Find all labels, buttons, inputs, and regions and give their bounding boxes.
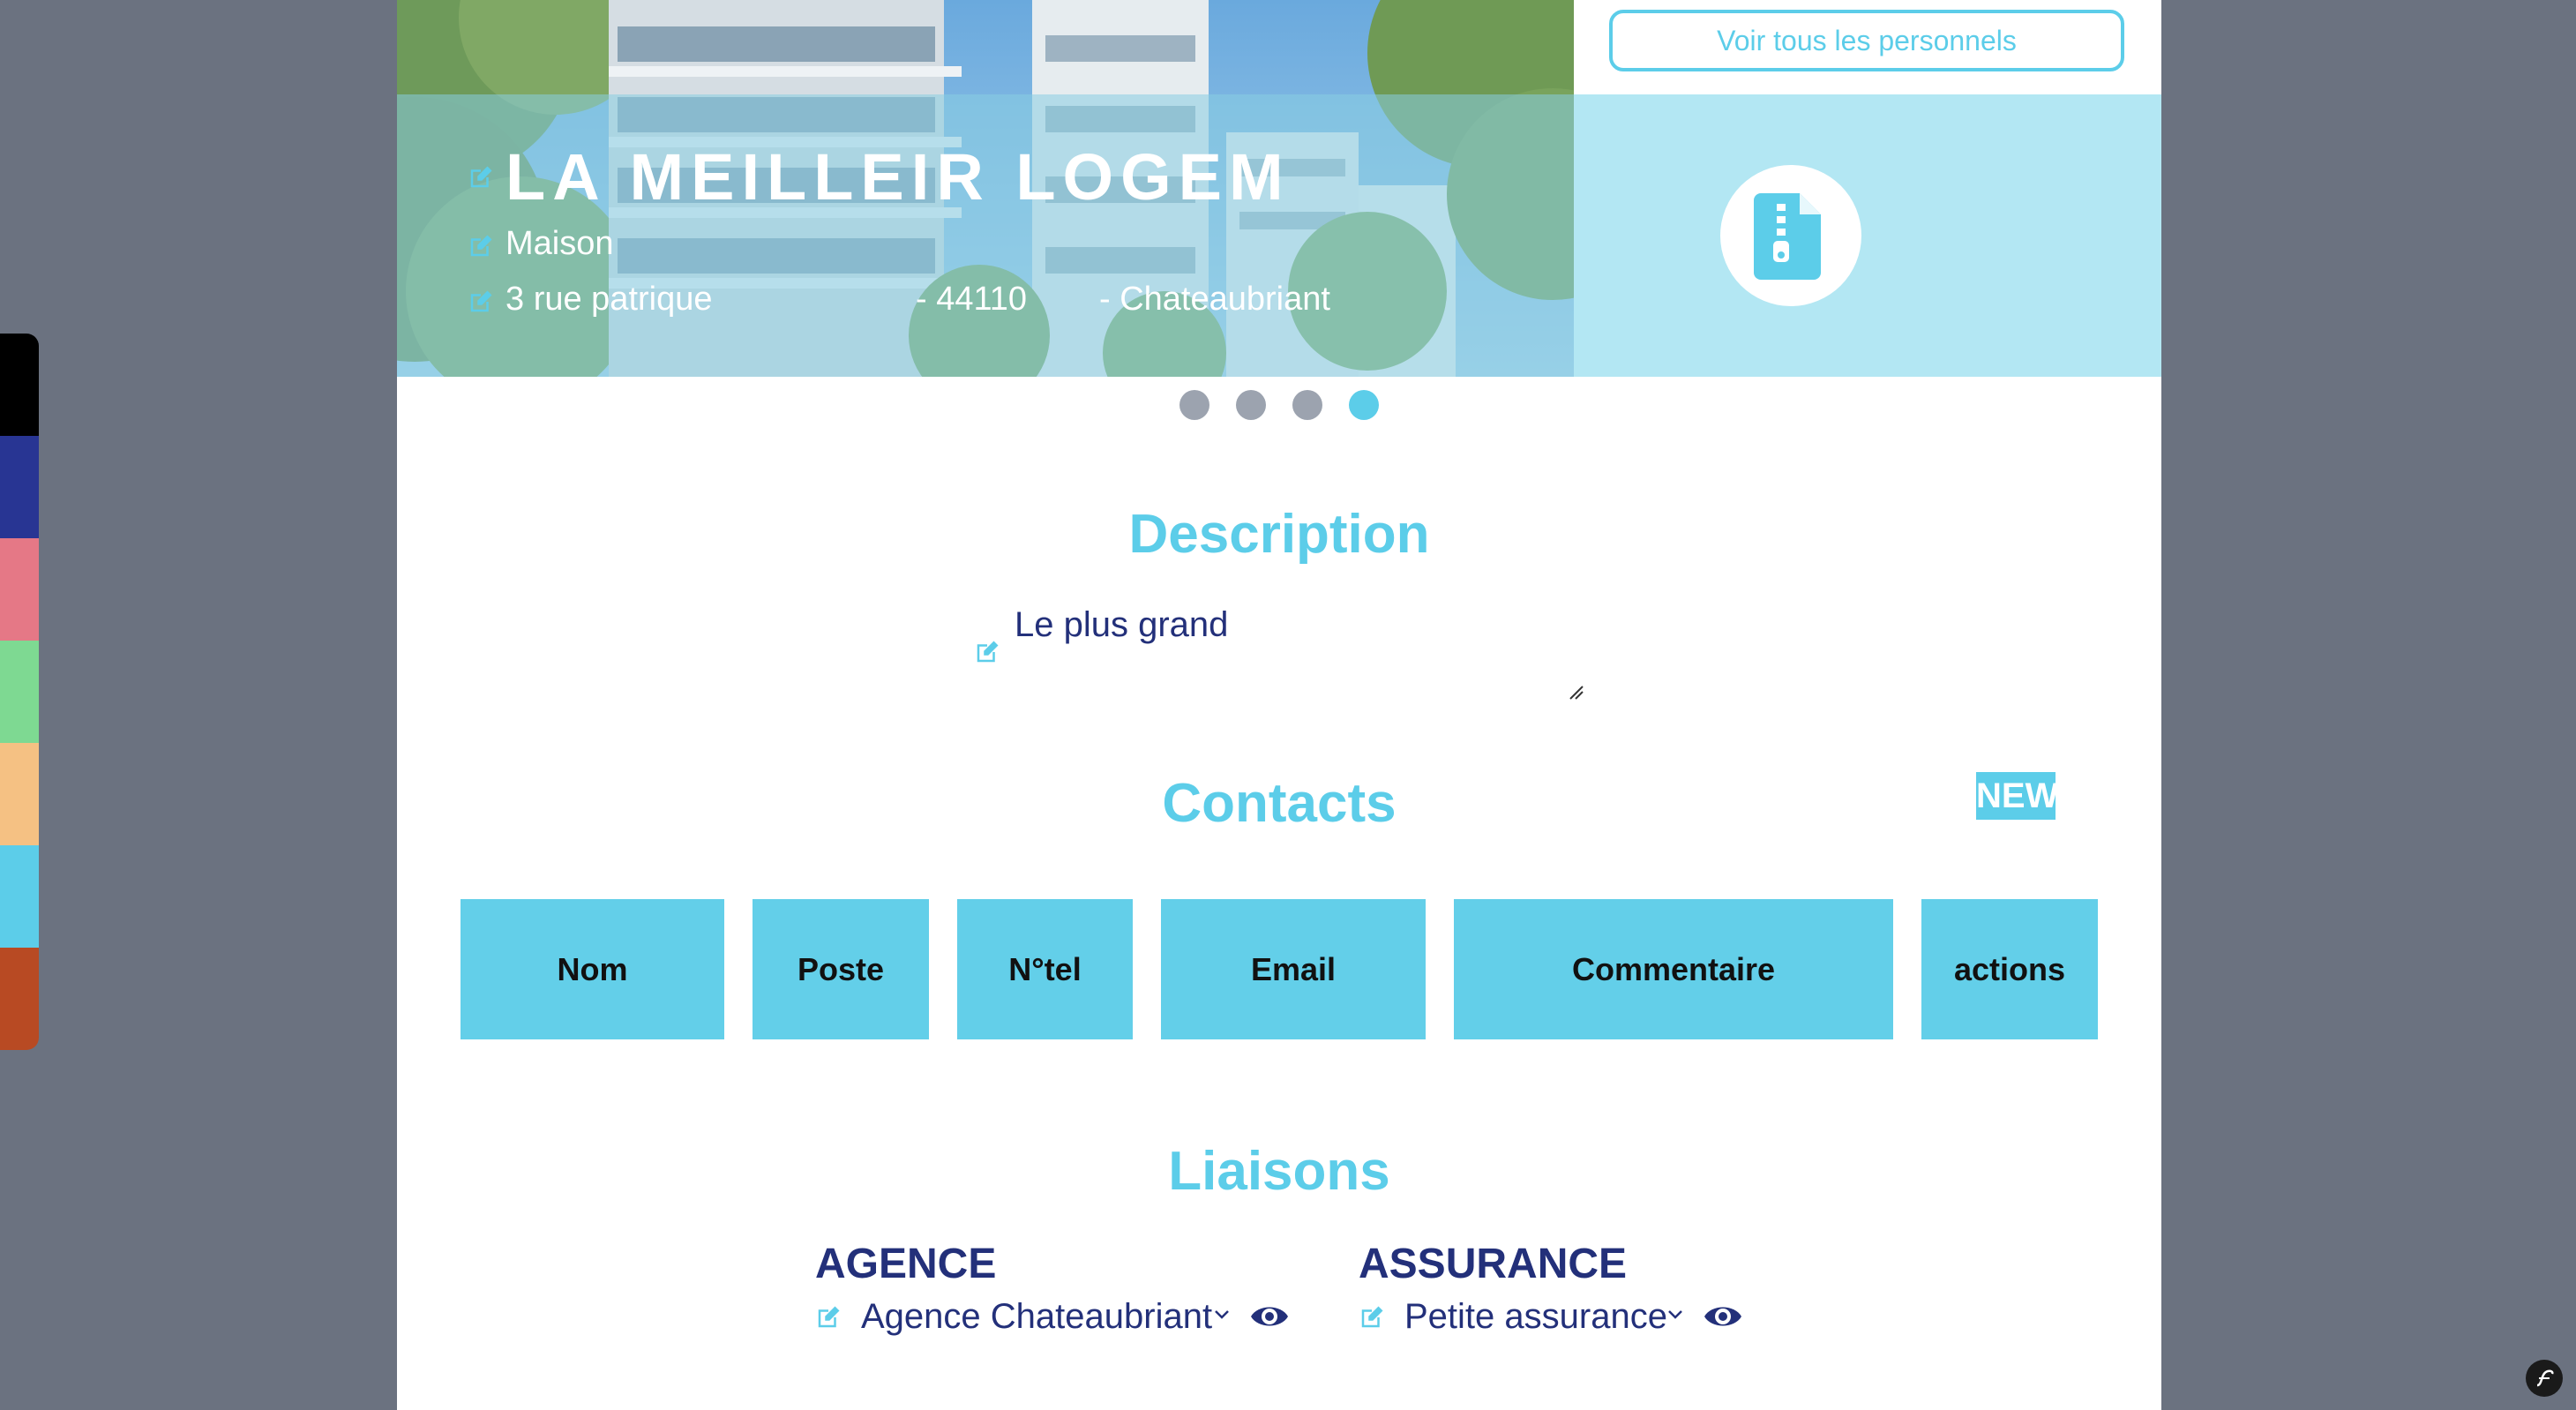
edit-description-icon[interactable] (974, 639, 1000, 665)
column-header-commentaire: Commentaire (1454, 899, 1893, 1039)
edit-type-icon[interactable] (468, 233, 494, 259)
agence-chevron-down-icon[interactable] (1214, 1309, 1230, 1320)
color-palette (0, 334, 39, 1050)
column-header-tel: N°tel (957, 899, 1133, 1039)
property-city[interactable]: - Chateaubriant (1099, 281, 1330, 319)
property-type[interactable]: Maison (505, 225, 614, 263)
description-title: Description (1128, 504, 1430, 565)
property-name[interactable]: LA MEILLEIR LOGEM (505, 139, 1291, 214)
palette-swatch-cyan[interactable] (0, 845, 39, 948)
view-all-staff-button[interactable]: Voir tous les personnels (1609, 10, 2124, 71)
liaisons-title: Liaisons (1168, 1141, 1390, 1202)
carousel-dot-2[interactable] (1236, 390, 1266, 420)
column-header-nom: Nom (461, 899, 724, 1039)
column-header-email: Email (1161, 899, 1426, 1039)
resize-grip-icon[interactable] (1569, 685, 1584, 701)
assurance-label: ASSURANCE (1359, 1241, 1628, 1287)
edit-assurance-icon[interactable] (1359, 1304, 1385, 1331)
edit-address-icon[interactable] (468, 289, 494, 315)
palette-swatch-green[interactable] (0, 641, 39, 743)
palette-swatch-black[interactable] (0, 334, 39, 436)
palette-swatch-rust[interactable] (0, 948, 39, 1050)
carousel-dot-1[interactable] (1179, 390, 1209, 420)
property-hero: LA MEILLEIR LOGEM Maison 3 rue patrique … (397, 0, 1574, 377)
palette-swatch-pink[interactable] (0, 538, 39, 641)
file-panel (1574, 94, 2161, 377)
palette-swatch-navy[interactable] (0, 436, 39, 538)
column-header-actions: actions (1921, 899, 2098, 1039)
contacts-title: Contacts (1162, 773, 1397, 834)
agence-label: AGENCE (815, 1241, 997, 1287)
new-contact-button[interactable]: NEW (1976, 772, 2058, 820)
edit-name-icon[interactable] (468, 164, 494, 191)
assurance-chevron-down-icon[interactable] (1667, 1309, 1683, 1320)
zip-file-icon (1754, 193, 1821, 280)
view-assurance-eye-icon[interactable] (1703, 1299, 1743, 1334)
column-header-poste: Poste (753, 899, 929, 1039)
agence-select[interactable]: Agence Chateaubriant (861, 1297, 1212, 1337)
symfony-logo-icon[interactable] (2525, 1359, 2564, 1398)
view-agence-eye-icon[interactable] (1249, 1299, 1290, 1334)
carousel-dot-4[interactable] (1349, 390, 1379, 420)
file-button[interactable] (1720, 165, 1861, 306)
carousel-dot-3[interactable] (1292, 390, 1322, 420)
assurance-select[interactable]: Petite assurance (1404, 1297, 1667, 1337)
property-postal-code[interactable]: - 44110 (916, 281, 1027, 319)
palette-swatch-orange[interactable] (0, 743, 39, 845)
edit-agence-icon[interactable] (815, 1304, 842, 1331)
property-street[interactable]: 3 rue patrique (505, 281, 713, 319)
description-textarea[interactable]: Le plus grand (1015, 605, 1228, 645)
